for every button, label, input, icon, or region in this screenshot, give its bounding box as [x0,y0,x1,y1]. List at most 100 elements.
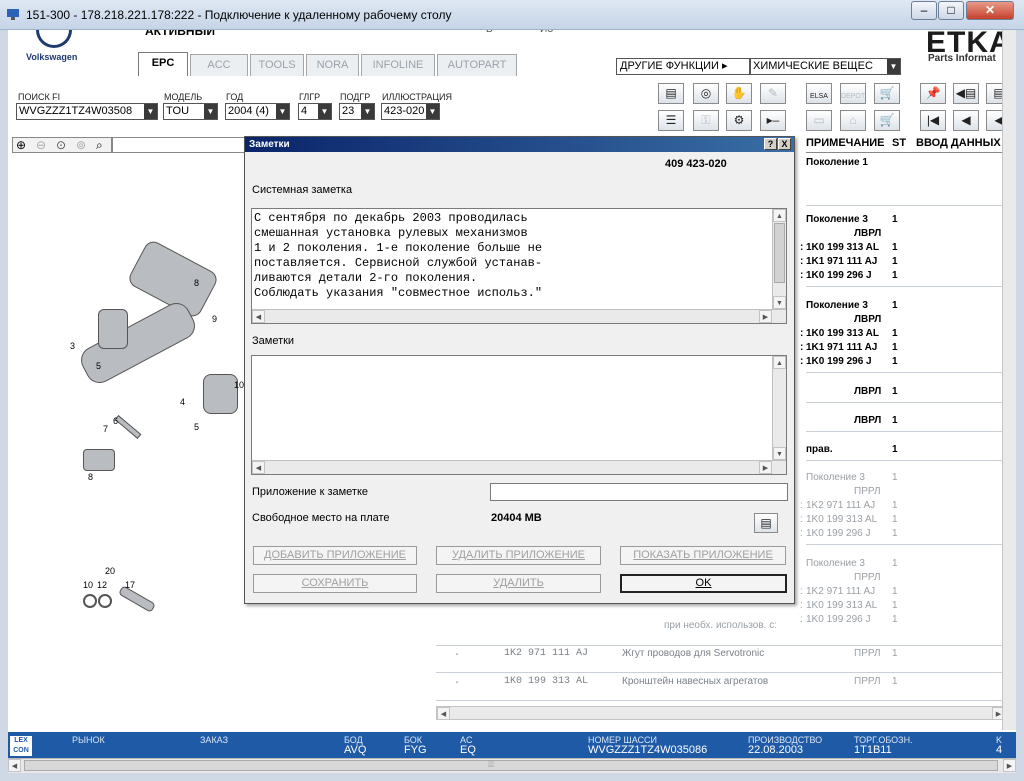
print-icon[interactable]: ▤ [658,83,684,104]
part-7[interactable] [83,449,115,471]
help-button[interactable]: ? [764,138,777,150]
ring-10-part[interactable] [83,594,97,608]
part-17[interactable] [118,585,156,613]
scroll-left-icon[interactable]: ◀ [8,759,21,772]
scroll-thumb[interactable] [774,223,785,283]
key-icon[interactable]: ⚿ [693,110,719,131]
radio-from[interactable]: В [486,30,493,35]
search-fi-select[interactable]: WVGZZZ1TZ4W03508 ▼ [16,103,158,120]
notes-memo[interactable]: ▲ ▼ ◀ ▶ [251,355,787,475]
scroll-right-icon[interactable]: ▶ [759,461,772,474]
play-icon[interactable]: ▸– [760,110,786,131]
scroll-right-icon[interactable]: ▶ [1003,759,1016,772]
memo-hscrollbar[interactable]: ◀ ▶ [252,309,786,323]
illustration-select[interactable]: 423-020 ▼ [381,103,440,120]
table-note-cell[interactable]: 1K0 199 313 AL [806,328,879,339]
tab-nora[interactable]: NORA [306,54,359,76]
handshake-icon[interactable]: ✋ [726,83,752,104]
valve-part[interactable] [203,374,238,414]
tab-epc[interactable]: EPC [138,52,188,76]
table-note-cell[interactable]: 1K2 971 111 AJ [806,500,875,511]
table-note-cell[interactable]: 1K0 199 296 J [806,356,872,367]
maximize-button[interactable]: □ [938,1,964,20]
save-button[interactable]: СОХРАНИТЬ [253,574,417,593]
table-hscrollbar[interactable]: ◀ ▶ [436,706,1006,720]
depot-icon[interactable]: DEPOT [840,83,866,104]
table-note-cell[interactable]: 1K0 199 313 AL [806,514,877,525]
table-note-cell[interactable]: 1K0 199 313 AL [806,600,877,611]
print-icon[interactable]: ▤ [754,513,778,533]
zoom-fit-icon[interactable]: ⊙ [56,138,66,152]
steering-rack-part[interactable] [76,298,200,388]
system-note-memo[interactable]: С сентября по декабрь 2003 проводилась с… [251,208,787,324]
table-note-cell[interactable]: 1K0 199 313 AL [806,242,879,253]
memo-vscrollbar[interactable]: ▲ ▼ [772,209,786,309]
zoom-in-icon[interactable]: ⊕ [16,138,26,152]
ring-12-part[interactable] [98,594,112,608]
image-search-field[interactable] [112,137,248,153]
window-vscrollbar[interactable] [1002,30,1016,730]
back-icon[interactable]: ◀▤ [953,83,979,104]
scroll-up-icon[interactable]: ▲ [773,356,786,369]
scroll-down-icon[interactable]: ▼ [773,296,786,309]
tab-infoline[interactable]: INFOLINE [361,54,435,76]
magnifier-icon[interactable]: ⌕ [96,138,103,153]
col-st-header[interactable]: ST [892,137,906,149]
elsa-icon[interactable]: ELSA [806,83,832,104]
table-note-cell[interactable]: 1K1 971 111 AJ [806,256,877,267]
bike-icon[interactable]: ⚙ [726,110,752,131]
notes-vscrollbar[interactable]: ▲ ▼ [772,356,786,460]
tab-tools[interactable]: TOOLS [250,54,304,76]
first-icon[interactable]: |◀ [920,110,946,131]
list-icon[interactable]: ☰ [658,110,684,131]
prev-icon[interactable]: ◀ [953,110,979,131]
tab-autopart[interactable]: AUTOPART [437,54,517,76]
delete-attachment-button[interactable]: УДАЛИТЬ ПРИЛОЖЕНИЕ [436,546,601,565]
pin-icon[interactable]: 📌 [920,83,946,104]
monitor-icon[interactable]: ▭ [806,110,832,131]
year-select[interactable]: 2004 (4) ▼ [225,103,290,120]
table-note-cell[interactable]: 1K0 199 296 J [806,528,871,539]
add-attachment-button[interactable]: ДОБАВИТЬ ПРИЛОЖЕНИЕ [253,546,417,565]
table-note-cell[interactable]: 1K1 971 111 AJ [806,342,877,353]
scroll-left-icon[interactable]: ◀ [252,461,265,474]
hgr-select[interactable]: 4 ▼ [298,103,332,120]
rdp-hscrollbar[interactable]: ◀ ⦙⦙⦙ ▶ [8,758,1016,773]
scroll-left-icon[interactable]: ◀ [437,707,450,720]
tools-icon[interactable]: ✎ [760,83,786,104]
delete-button[interactable]: УДАЛИТЬ [436,574,601,593]
scroll-down-icon[interactable]: ▼ [773,447,786,460]
ok-button[interactable]: OK [620,574,787,593]
other-functions-select[interactable]: ХИМИЧЕСКИЕ ВЕЩЕС ▼ [750,58,901,75]
dialog-close-button[interactable]: X [778,138,791,150]
tab-acc[interactable]: ACC [190,54,248,76]
table-note-cell[interactable]: 1K2 971 111 AJ [806,586,875,597]
minimize-button[interactable]: – [911,1,937,20]
bottom-row-2-part[interactable]: 1K0 199 313 AL [504,676,588,687]
scroll-right-icon[interactable]: ▶ [759,310,772,323]
scroll-left-icon[interactable]: ◀ [252,310,265,323]
model-select[interactable]: TOU ▼ [163,103,218,120]
part-6[interactable] [114,415,142,439]
bracket-part[interactable] [98,309,128,349]
zoom-reset-icon[interactable]: ⊚ [76,138,86,152]
cart-icon[interactable]: 🛒 [874,83,900,104]
col-input-header[interactable]: ВВОД ДАННЫХ П [916,137,1012,149]
other-functions-button[interactable]: ДРУГИЕ ФУНКЦИИ ▸ [616,58,750,75]
group-icon[interactable]: ⌂ [840,110,866,131]
subgr-select[interactable]: 23 ▼ [339,103,375,120]
scroll-up-icon[interactable]: ▲ [773,209,786,222]
table-note-cell[interactable]: 1K0 199 296 J [806,614,871,625]
radio-to[interactable]: ИЗ [540,30,553,35]
notes-hscrollbar[interactable]: ◀ ▶ [252,460,786,474]
cd-icon[interactable]: ◎ [693,83,719,104]
close-window-button[interactable]: ✕ [966,1,1014,20]
zoom-out-icon[interactable]: ⊖ [36,138,46,152]
show-attachment-button[interactable]: ПОКАЗАТЬ ПРИЛОЖЕНИЕ [620,546,786,565]
table-note-cell[interactable]: 1K0 199 296 J [806,270,872,281]
bottom-row-1-part[interactable]: 1K2 971 111 AJ [504,648,588,659]
col-note-header[interactable]: ПРИМЕЧАНИЕ [806,137,885,149]
attachment-field[interactable] [490,483,788,501]
scroll-thumb[interactable] [24,760,998,771]
basket-icon[interactable]: 🛒 [874,110,900,131]
